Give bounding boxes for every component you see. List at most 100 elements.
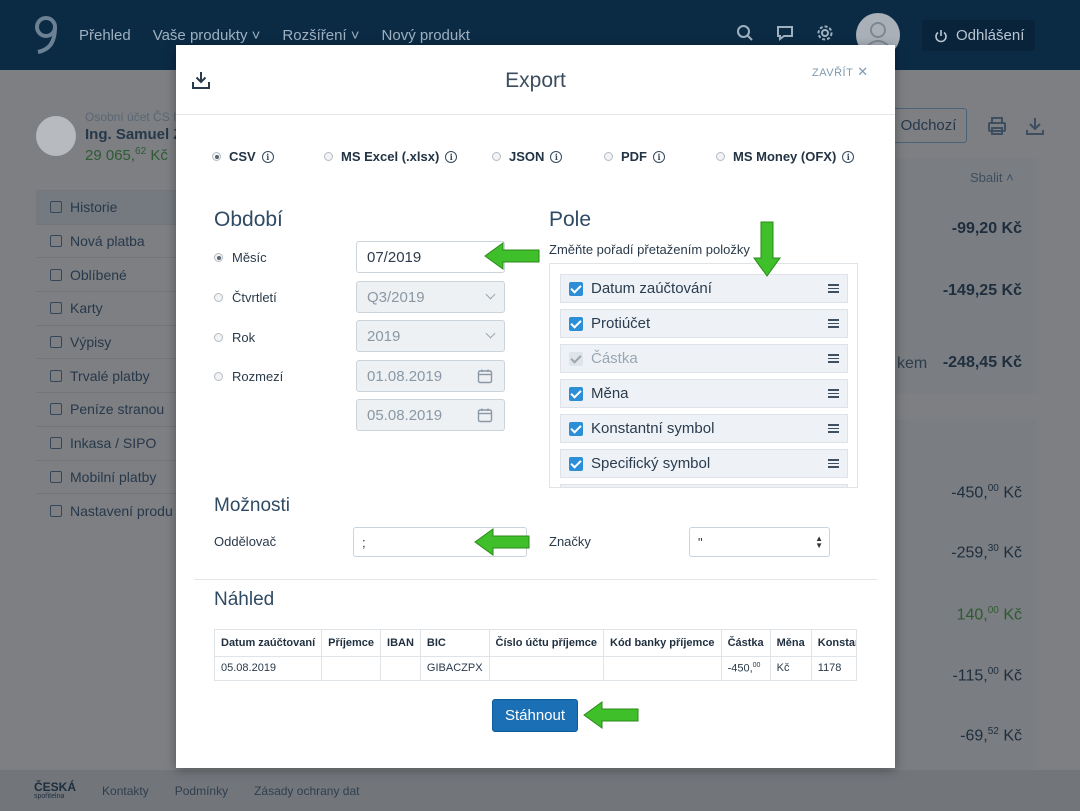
radio[interactable] [214,293,223,302]
nav-prehled[interactable]: Přehled [79,27,131,44]
checkbox-checked[interactable] [569,386,583,401]
nav-vase-produkty[interactable]: Vaše produkty ˅ [153,27,261,44]
nav-rozsireni[interactable]: Rozšíření ˅ [282,27,359,44]
fields-sortable-list[interactable]: Datum zaúčtování Protiúčet Částka Měna K… [549,263,858,488]
separator-label: Oddělovač [214,534,277,549]
radio[interactable] [214,372,223,381]
format-option-xlsx[interactable]: MS Excel (.xlsx) i [324,149,458,164]
date-to-input[interactable]: 05.08.2019 [356,399,466,431]
arrow-icon [50,235,62,248]
print-icon[interactable] [987,116,1007,136]
column-header: Částka [721,630,771,657]
year-select[interactable]: 2019 [356,320,505,352]
sidemenu-item-penize-stranou[interactable]: Peníze stranou [36,392,186,426]
field-item-partial [560,484,848,487]
format-option-pdf[interactable]: PDF i [604,149,665,164]
radio-selected[interactable] [212,152,221,161]
sidemenu-item-inkasa[interactable]: Inkasa / SIPO [36,425,186,460]
gear-icon[interactable] [816,24,834,42]
sidemenu-item-historie[interactable]: Historie [36,190,186,224]
radio[interactable] [716,152,725,161]
close-button[interactable]: ZAVŘÍT ✕ [812,64,869,80]
collapse-link[interactable]: Sbalit ˄ [970,170,1014,185]
phone-icon [50,470,62,483]
period-option-year[interactable]: Rok [214,330,255,345]
radio[interactable] [604,152,613,161]
format-option-csv[interactable]: CSV i [212,149,274,164]
transaction-amount: -69,52 Kč [960,726,1022,745]
period-option-range[interactable]: Rozmezí [214,369,283,384]
field-item-ks[interactable]: Konstantní symbol [560,414,848,443]
checkbox-checked[interactable] [569,456,583,471]
footer-link-zasady[interactable]: Zásady ochrany dat [254,784,359,798]
transactions-card [895,420,1036,772]
piggy-icon [50,403,62,416]
field-item-protiucet[interactable]: Protiúčet [560,309,848,338]
table-cell: -450,00 [721,656,771,680]
field-item-mena[interactable]: Měna [560,379,848,408]
odchozi-filter-button[interactable]: Odchozí [890,108,967,143]
checkbox-checked[interactable] [569,281,583,296]
drag-handle-icon[interactable] [828,284,839,293]
quarter-select[interactable]: Q3/2019 [356,281,505,313]
footer-link-podminky[interactable]: Podmínky [175,784,228,798]
fields-hint: Změňte pořadí přetažením položky [549,242,750,257]
checkbox-checked[interactable] [569,316,583,331]
info-icon[interactable]: i [261,150,274,163]
checkbox-checked[interactable] [569,421,583,436]
radio[interactable] [492,152,501,161]
field-item-castka[interactable]: Částka [560,344,848,373]
footer-link-kontakty[interactable]: Kontakty [102,784,149,798]
sidemenu-item-nova-platba[interactable]: Nová platba [36,223,186,258]
transaction-amount: -450,00 Kč [951,483,1022,502]
format-option-json[interactable]: JSON i [492,149,563,164]
nav-novy-produkt[interactable]: Nový produkt [382,27,470,44]
info-icon[interactable]: i [842,150,855,163]
logout-button[interactable]: Odhlášení [922,20,1035,51]
select-arrows-icon: ▲ ▼ [815,534,823,550]
transaction-amount: 140,00 Kč [956,605,1022,624]
account-name: Ing. Samuel Z [85,126,183,143]
search-icon[interactable] [736,24,754,42]
transaction-amount: -259,30 Kč [951,543,1022,562]
gear-icon [50,504,62,517]
radio[interactable] [324,152,333,161]
date-from-input[interactable]: 01.08.2019 [356,360,466,392]
drag-handle-icon[interactable] [828,319,839,328]
table-cell: 1178 [811,656,856,680]
checkbox-disabled [569,351,583,366]
column-header: BIC [420,630,490,657]
format-option-ofx[interactable]: MS Money (OFX) i [716,149,855,164]
sidemenu-item-oblibene[interactable]: Oblíbené [36,257,186,291]
george-logo-icon[interactable] [30,14,62,56]
dialog-title: Export [505,69,566,92]
info-icon[interactable]: i [445,150,458,163]
period-option-month[interactable]: Měsíc [214,250,267,265]
sidemenu-item-nastaveni[interactable]: Nastavení produ [36,493,186,527]
calendar-button[interactable] [465,360,505,392]
radio[interactable] [214,333,223,342]
info-icon[interactable]: i [653,150,665,163]
drag-handle-icon[interactable] [828,354,839,363]
drag-handle-icon[interactable] [828,389,839,398]
quotes-select[interactable]: " ▲ ▼ [689,527,830,557]
download-button[interactable]: Stáhnout [492,699,578,732]
sidemenu-item-vypisy[interactable]: Výpisy [36,324,186,359]
sidemenu-item-mobilni-platby[interactable]: Mobilní platby [36,459,186,494]
drag-handle-icon[interactable] [828,424,839,433]
calendar-button[interactable] [465,399,505,431]
sidemenu-item-karty[interactable]: Karty [36,291,186,325]
annotation-arrow-left-icon [474,528,530,556]
annotation-arrow-left-icon [583,701,639,729]
table-cell: Kč [770,656,812,680]
field-item-ss[interactable]: Specifický symbol [560,449,848,478]
period-option-quarter[interactable]: Čtvrtletí [214,290,277,305]
chat-icon[interactable] [776,24,794,42]
power-icon [935,29,947,42]
field-item-datum[interactable]: Datum zaúčtování [560,274,848,303]
info-icon[interactable]: i [550,150,563,163]
drag-handle-icon[interactable] [828,459,839,468]
radio-selected[interactable] [214,253,223,262]
sidemenu-item-trvale-platby[interactable]: Trvalé platby [36,358,186,392]
download-icon[interactable] [1025,116,1045,136]
